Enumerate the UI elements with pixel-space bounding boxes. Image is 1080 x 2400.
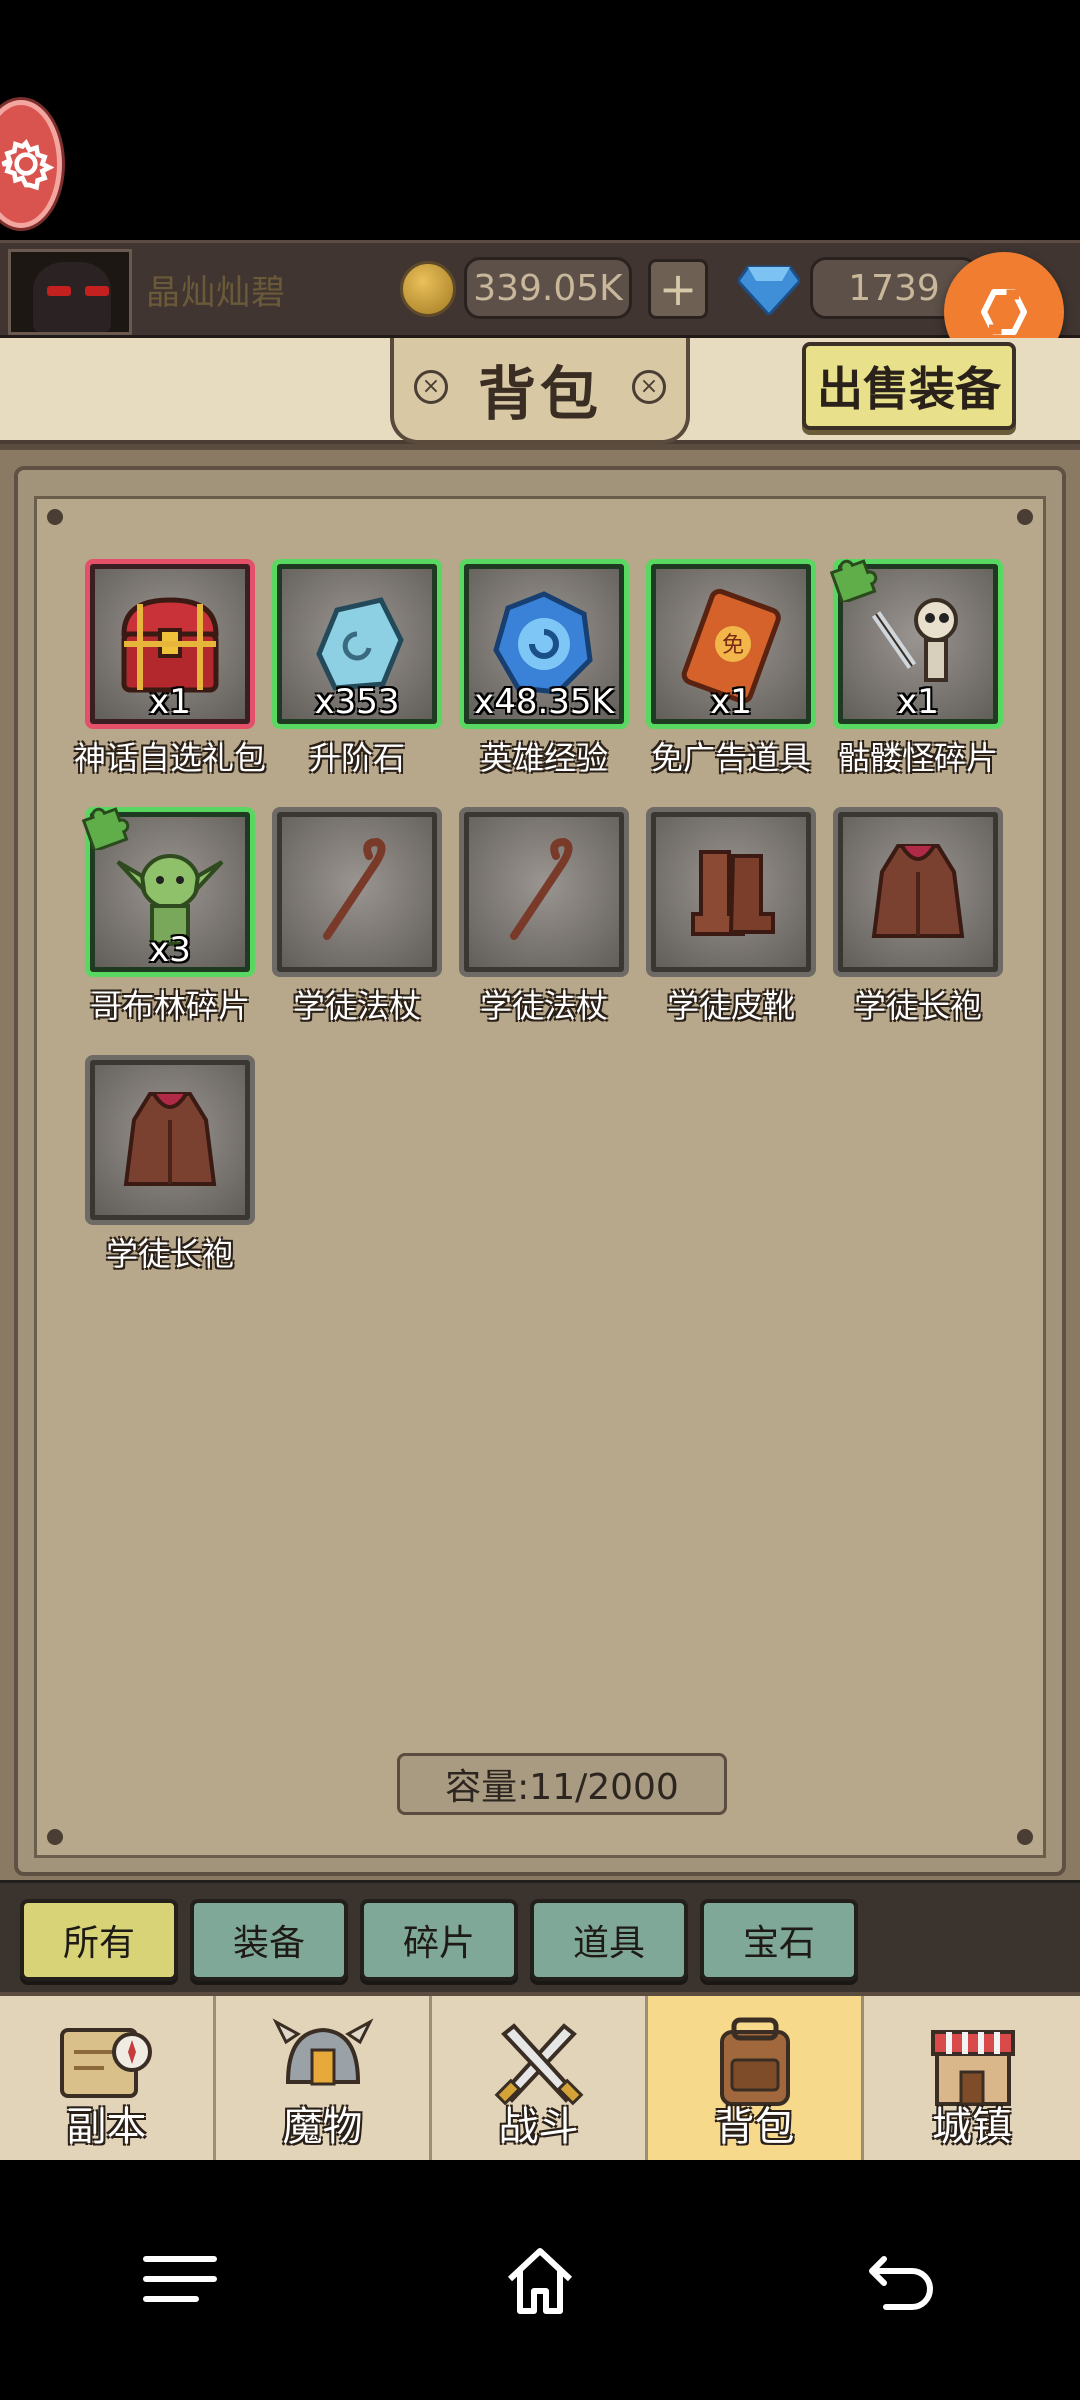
- robe-icon: [90, 1060, 250, 1220]
- bag-inner: x1 神话自选礼包 x353 升阶石 x48.35K 英雄经验 免 x1 免广告道具 x1 骷髅怪碎…: [34, 496, 1046, 1858]
- item-label: 免广告道具: [650, 739, 811, 777]
- inventory-item[interactable]: x48.35K 英雄经验: [459, 559, 629, 779]
- item-label: 学徒皮靴: [666, 987, 795, 1025]
- inventory-item[interactable]: 学徒长袍: [85, 1055, 255, 1275]
- filter-tab-gems[interactable]: 宝石: [700, 1899, 858, 1981]
- shard-puzzle-icon: [829, 559, 878, 602]
- inventory-item[interactable]: x1 神话自选礼包: [74, 559, 266, 779]
- nav-label: 副本: [66, 2104, 147, 2150]
- inventory-item[interactable]: 学徒法杖: [459, 807, 629, 1027]
- item-label: 学徒长袍: [853, 987, 982, 1025]
- sell-equipment-button[interactable]: 出售装备: [802, 342, 1016, 430]
- bag-frame: x1 神话自选礼包 x353 升阶石 x48.35K 英雄经验 免 x1 免广告道具 x1 骷髅怪碎…: [14, 466, 1066, 1876]
- item-slot[interactable]: x48.35K: [459, 559, 629, 729]
- staff-icon: [464, 812, 624, 972]
- bottom-nav: 副本 魔物 战斗 背包 城镇: [0, 1992, 1080, 2160]
- item-slot[interactable]: [833, 807, 1003, 977]
- shard-puzzle-icon: [81, 807, 130, 850]
- item-label: 升阶石: [308, 739, 405, 777]
- item-slot[interactable]: 免 x1: [646, 559, 816, 729]
- nav-backpack[interactable]: 背包: [648, 1996, 864, 2160]
- item-slot[interactable]: [459, 807, 629, 977]
- inventory-item[interactable]: 学徒皮靴: [646, 807, 816, 1027]
- item-slot[interactable]: x3: [81, 807, 255, 977]
- svg-text:免: 免: [722, 633, 744, 658]
- item-label: 学徒法杖: [479, 987, 608, 1025]
- staff-icon: [277, 812, 437, 972]
- coin-icon: [400, 261, 456, 317]
- settings-gear-button[interactable]: [0, 100, 62, 228]
- inventory-item[interactable]: 免 x1 免广告道具: [646, 559, 816, 779]
- back-button[interactable]: [855, 2240, 945, 2320]
- item-label: 神话自选礼包: [74, 739, 267, 777]
- diamond-icon: [738, 265, 800, 315]
- item-slot[interactable]: [646, 807, 816, 977]
- item-label: 骷髅怪碎片: [837, 739, 998, 777]
- inventory-item[interactable]: x353 升阶石: [272, 559, 442, 779]
- title-plate: × 背包 ×: [390, 338, 690, 444]
- inventory-item[interactable]: x1 骷髅怪碎片: [829, 559, 1003, 779]
- item-slot[interactable]: [272, 807, 442, 977]
- capacity-indicator: 容量:11/2000: [397, 1753, 727, 1815]
- nav-dungeon[interactable]: 副本: [0, 1996, 216, 2160]
- bag-panel: x1 神话自选礼包 x353 升阶石 x48.35K 英雄经验 免 x1 免广告道具 x1 骷髅怪碎…: [0, 444, 1080, 1880]
- filter-tab-all[interactable]: 所有: [20, 1899, 178, 1981]
- player-name: 晶灿灿碧: [146, 273, 286, 313]
- filter-tab-bar: 所有 装备 碎片 道具 宝石: [0, 1880, 1080, 1992]
- menu-button[interactable]: [135, 2240, 225, 2320]
- filter-tab-items[interactable]: 道具: [530, 1899, 688, 1981]
- filter-tab-shards[interactable]: 碎片: [360, 1899, 518, 1981]
- system-navigation-bar: [0, 2160, 1080, 2400]
- nav-town[interactable]: 城镇: [864, 1996, 1080, 2160]
- nav-battle[interactable]: 战斗: [432, 1996, 648, 2160]
- home-icon: [507, 2248, 573, 2314]
- page-header: × 背包 × 出售装备: [0, 338, 1080, 444]
- resource-bar: 晶灿灿碧 339.05K + 1739: [0, 240, 1080, 338]
- inventory-item[interactable]: x3 哥布林碎片: [81, 807, 255, 1027]
- item-quantity: x353: [314, 682, 400, 722]
- nav-monster[interactable]: 魔物: [216, 1996, 432, 2160]
- item-label: 学徒法杖: [292, 987, 421, 1025]
- item-quantity: x48.35K: [474, 682, 614, 722]
- inventory-item[interactable]: 学徒法杖: [272, 807, 442, 1027]
- nav-label: 魔物: [282, 2104, 363, 2150]
- item-slot[interactable]: x1: [85, 559, 255, 729]
- boots-icon: [651, 812, 811, 972]
- filter-tab-equipment[interactable]: 装备: [190, 1899, 348, 1981]
- menu-icon: [143, 2256, 217, 2302]
- bolt-left: ×: [414, 370, 448, 404]
- page-title: 背包: [477, 360, 602, 428]
- coin-count: 339.05K: [464, 257, 632, 319]
- avatar[interactable]: [8, 249, 132, 335]
- nav-label: 城镇: [932, 2104, 1012, 2150]
- add-coins-button[interactable]: +: [648, 259, 708, 319]
- item-label: 哥布林碎片: [89, 987, 250, 1025]
- refresh-icon: [981, 289, 1027, 335]
- item-quantity: x1: [149, 682, 191, 722]
- item-slot[interactable]: x1: [829, 559, 1003, 729]
- nav-label: 战斗: [498, 2104, 579, 2150]
- item-slot[interactable]: x353: [272, 559, 442, 729]
- item-quantity: x1: [897, 682, 939, 722]
- nav-label: 背包: [714, 2104, 795, 2150]
- inventory-item[interactable]: 学徒长袍: [833, 807, 1003, 1027]
- item-label: 英雄经验: [479, 739, 608, 777]
- item-quantity: x3: [149, 930, 191, 970]
- item-grid: x1 神话自选礼包 x353 升阶石 x48.35K 英雄经验 免 x1 免广告道具 x1 骷髅怪碎…: [74, 559, 1025, 1275]
- gear-icon: [1, 139, 54, 191]
- item-label: 学徒长袍: [105, 1235, 234, 1273]
- back-icon: [869, 2256, 933, 2310]
- item-slot[interactable]: [85, 1055, 255, 1225]
- home-button[interactable]: [495, 2240, 585, 2320]
- item-quantity: x1: [710, 682, 752, 722]
- robe-icon: [838, 812, 998, 972]
- bolt-right: ×: [632, 370, 666, 404]
